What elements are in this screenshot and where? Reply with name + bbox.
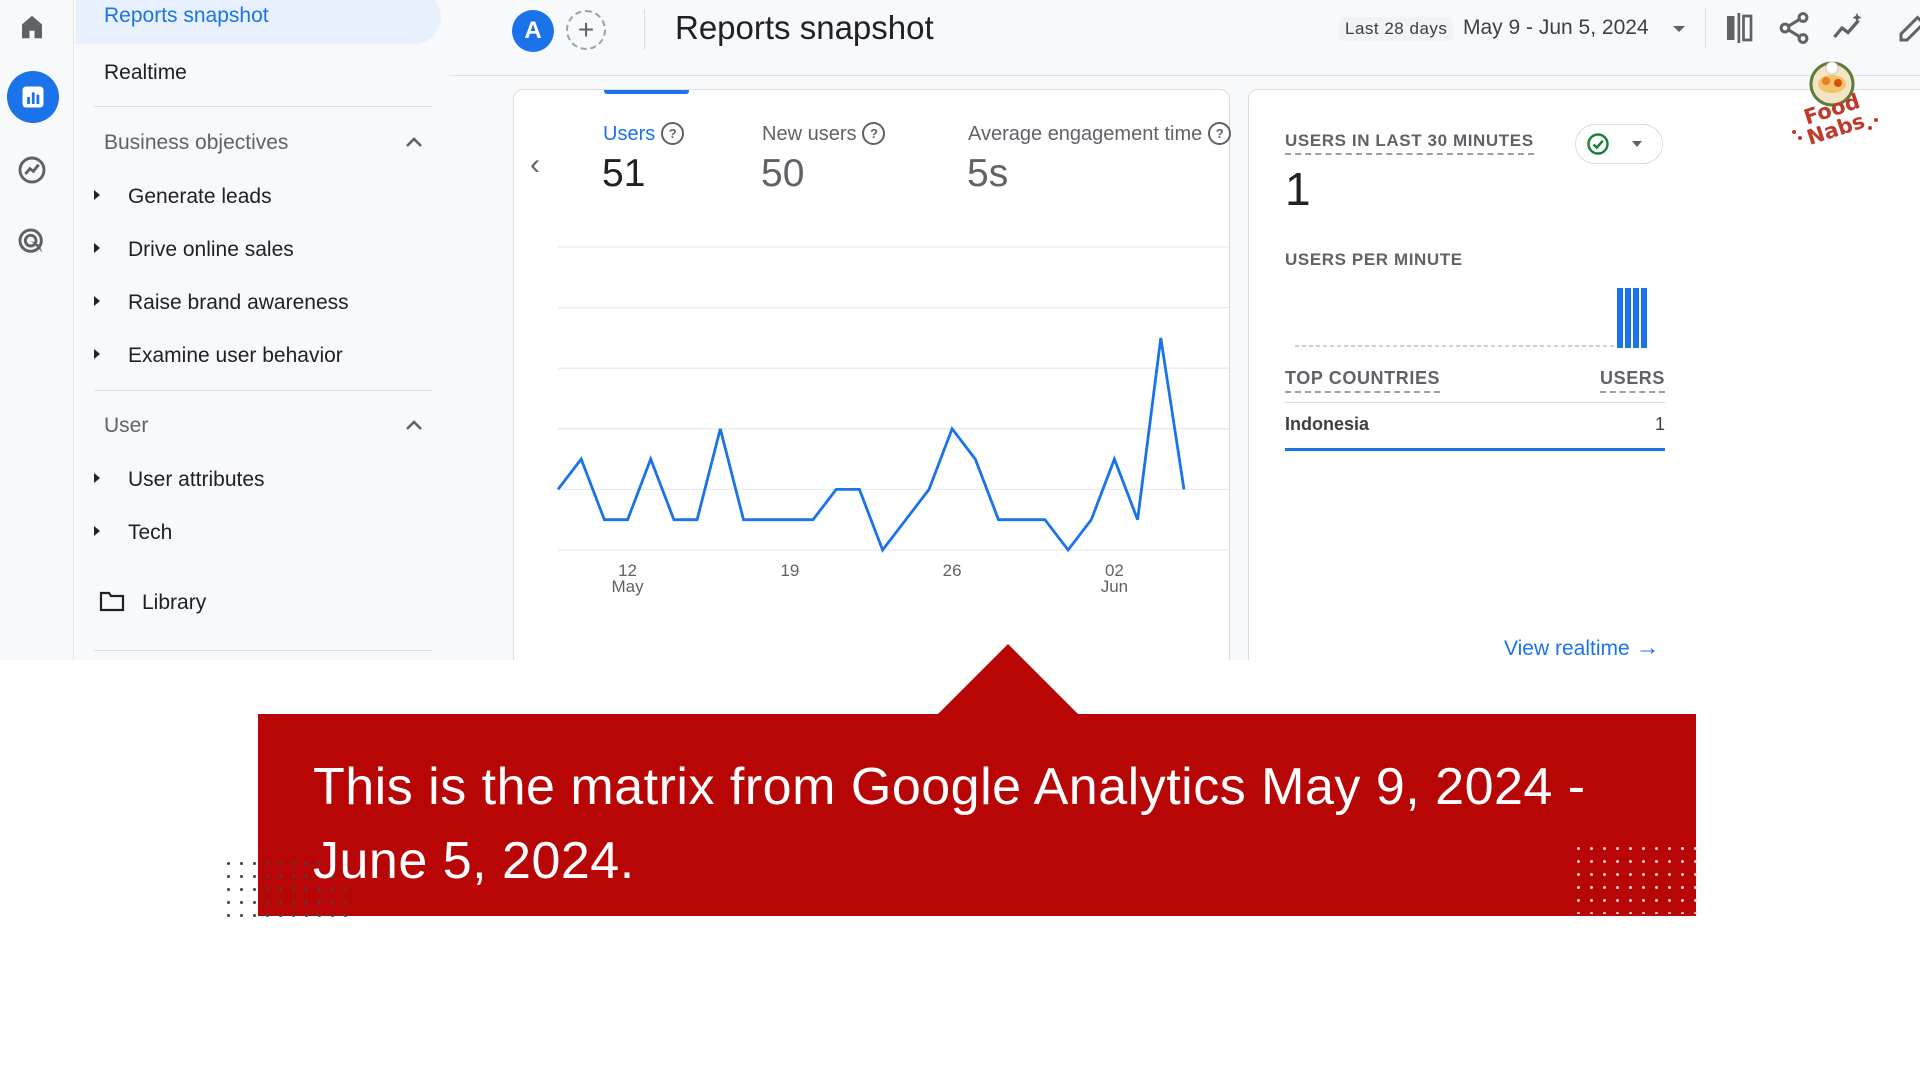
explore-icon[interactable] <box>8 146 56 194</box>
realtime-quality-dropdown[interactable] <box>1575 124 1663 164</box>
section-user[interactable]: User <box>104 414 148 438</box>
nav-item-examine-user-behavior[interactable]: Examine user behavior <box>128 344 343 368</box>
advertising-icon[interactable] <box>8 218 56 266</box>
reports-icon[interactable] <box>7 71 59 123</box>
nav-item-user-attributes[interactable]: User attributes <box>128 468 265 492</box>
top-bar: A + Reports snapshot Last 28 days May 9 … <box>449 0 1920 76</box>
x-tick-sublabel: May <box>611 577 644 596</box>
users-last-30-min-value: 1 <box>1285 163 1311 215</box>
users-per-minute-chart <box>1295 288 1647 348</box>
users-series-line <box>556 337 1186 553</box>
view-realtime-link[interactable]: View realtime → <box>1504 634 1660 660</box>
check-circle-icon <box>1587 133 1609 155</box>
users-last-30-min-label: USERS IN LAST 30 MINUTES <box>1285 131 1534 155</box>
date-range-picker[interactable]: May 9 - Jun 5, 2024 <box>1463 16 1649 40</box>
section-business-objectives[interactable]: Business objectives <box>104 131 288 155</box>
plus-icon: + <box>577 14 595 45</box>
nav-item-reports-snapshot[interactable]: Reports snapshot <box>76 0 441 44</box>
chevron-up-icon[interactable] <box>404 135 424 149</box>
nav-item-library[interactable]: Library <box>142 591 206 615</box>
expand-arrow-icon[interactable] <box>94 296 100 306</box>
realtime-card: USERS IN LAST 30 MINUTES 1 USERS PER MIN… <box>1248 89 1920 660</box>
expand-arrow-icon[interactable] <box>94 349 100 359</box>
nav-item-raise-brand-awareness[interactable]: Raise brand awareness <box>128 291 349 315</box>
folder-icon <box>99 591 125 612</box>
edit-icon[interactable] <box>1895 10 1920 46</box>
arrow-right-icon: → <box>1635 634 1660 660</box>
add-comparison-button[interactable]: + <box>566 10 606 50</box>
users-chart-card: ‹ Users? 51 New users? 50 Average engage… <box>513 89 1334 660</box>
view-realtime-label: View realtime <box>1504 637 1630 660</box>
country-name: Indonesia <box>1285 414 1370 434</box>
x-tick-sublabel: Jun <box>1101 577 1128 596</box>
nav-item-drive-online-sales[interactable]: Drive online sales <box>128 238 294 262</box>
insights-icon[interactable] <box>1830 10 1866 46</box>
country-users: 1 <box>1654 414 1665 434</box>
expand-arrow-icon[interactable] <box>94 190 100 200</box>
expand-arrow-icon[interactable] <box>94 473 100 483</box>
compare-icon[interactable] <box>1721 10 1757 46</box>
nav-item-realtime[interactable]: Realtime <box>104 61 187 85</box>
chevron-up-icon[interactable] <box>404 418 424 432</box>
x-tick-label: 19 <box>780 561 799 580</box>
top-countries-header: TOP COUNTRIES USERS <box>1285 368 1665 403</box>
main-content: A + Reports snapshot Last 28 days May 9 … <box>449 0 1920 660</box>
date-preset-label[interactable]: Last 28 days <box>1339 17 1454 41</box>
nav-item-label: Reports snapshot <box>104 4 269 27</box>
chevron-down-icon <box>1632 141 1642 147</box>
users-column-label: USERS <box>1599 368 1665 393</box>
caption-text: This is the matrix from Google Analytics… <box>313 758 1586 890</box>
divider <box>94 650 432 651</box>
top-countries-label: TOP COUNTRIES <box>1285 368 1441 393</box>
divider <box>644 10 645 50</box>
chevron-down-icon[interactable] <box>1673 26 1685 32</box>
share-icon[interactable] <box>1776 10 1812 46</box>
x-tick-label: 26 <box>943 561 962 580</box>
users-per-minute-label: USERS PER MINUTE <box>1285 250 1463 269</box>
home-icon[interactable] <box>8 3 56 51</box>
reports-nav-panel: Reports snapshot Realtime Business objec… <box>73 0 449 660</box>
food-nabs-logo: Food Nabs <box>1792 61 1878 150</box>
icon-rail <box>0 0 66 660</box>
divider <box>94 106 432 107</box>
nav-item-tech[interactable]: Tech <box>128 521 172 545</box>
country-row: Indonesia 1 <box>1285 414 1665 451</box>
comparison-avatar[interactable]: A <box>512 10 554 52</box>
analytics-screenshot: Reports snapshot Realtime Business objec… <box>0 0 1920 660</box>
users-line-chart: 024681012May192602Jun <box>556 246 1229 596</box>
page-title: Reports snapshot <box>675 9 934 46</box>
expand-arrow-icon[interactable] <box>94 243 100 253</box>
expand-arrow-icon[interactable] <box>94 526 100 536</box>
nav-item-generate-leads[interactable]: Generate leads <box>128 185 272 209</box>
divider <box>1705 8 1706 48</box>
divider <box>94 390 432 391</box>
callout-pointer <box>937 644 1079 715</box>
